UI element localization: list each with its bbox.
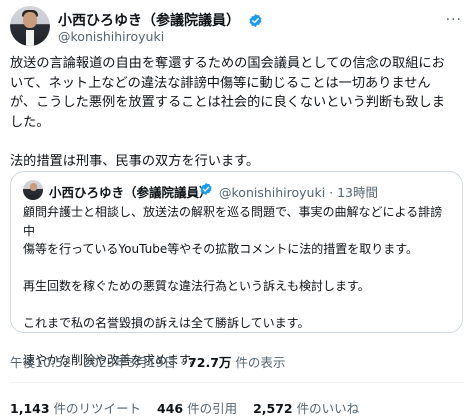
divider (10, 382, 464, 383)
likes-label: 件のいいね (292, 401, 360, 416)
tweet-text: 放送の言論報道の自由を奪還するための国会議員としての信念の取組にお いて、ネット… (10, 54, 465, 171)
verified-badge-icon (248, 13, 263, 32)
tweet-header: 小西ひろゆき（参議院議員） @konishihiroyuki ··· (10, 6, 464, 48)
avatar-face (23, 12, 37, 28)
more-options-icon[interactable]: ··· (446, 12, 462, 28)
views-count: 72.7万 (188, 355, 232, 370)
quoted-author-name: 小西ひろゆき（参議院議員） (49, 185, 212, 200)
retweets-label: 件のリツイート (49, 401, 142, 416)
tweet-line: 法的措置は刑事、民事の双方を行います。 (10, 153, 260, 169)
tweet-line: した。 (10, 114, 50, 130)
likes-count: 2,572 (253, 401, 293, 416)
quoted-line: 顧問弁護士と相談し、放送法の解釈を巡る問題で、事実の曲解などによる誹謗中 (23, 205, 443, 238)
retweets-count: 1,143 (10, 401, 50, 416)
quotes-label: 件の引用 (183, 401, 238, 416)
quoted-line: 傷等を行っているYouTube等やその拡散コメントに法的措置を取ります。 (23, 242, 418, 256)
tweet-timestamp: 午後10:52 · 2023年3月19日 · 72.7万 件の表示 (10, 352, 285, 371)
quoted-line: 再生回数を稼ぐための悪質な違法行為という訴えも検討します。 (23, 279, 370, 293)
tweet-line: が、こうした悪例を放置することは社会的に良くないという判断も致しま (10, 95, 445, 110)
quoted-line: これまで私の名誉毀損の訴えは全て勝訴しています。 (23, 316, 310, 330)
quoted-avatar-face (30, 183, 37, 191)
quotes-stat[interactable]: 446 件の引用 (157, 401, 237, 416)
quoted-tweet[interactable]: 小西ひろゆき（参議院議員） @konishihiroyuki · 13時間 顧問… (10, 171, 463, 367)
quoted-handle-time: @konishihiroyuki · 13時間 (219, 185, 379, 200)
quoted-avatar (23, 180, 43, 200)
engagement-stats: 1,143 件のリツイート 446 件の引用 2,572 件のいいね (10, 398, 371, 417)
quoted-tweet-text: 顧問弁護士と相談し、放送法の解釈を巡る問題で、事実の曲解などによる誹謗中 傷等を… (23, 203, 453, 370)
views-label: 件の表示 (231, 355, 286, 370)
retweets-stat[interactable]: 1,143 件のリツイート (10, 401, 141, 416)
tweet-time[interactable]: 午後10:52 · 2023年3月19日 · (10, 355, 188, 370)
quotes-count: 446 (157, 401, 184, 416)
quoted-verified-badge-icon (199, 182, 213, 199)
likes-stat[interactable]: 2,572 件のいいね (253, 401, 359, 416)
tweet-line: いて、ネット上などの違法な誹謗中傷等に動じることは一切ありません (10, 75, 431, 91)
tweet-detail: 小西ひろゆき（参議院議員） @konishihiroyuki ··· 放送の言論… (0, 0, 474, 420)
avatar-shirt (26, 30, 34, 46)
author-display-name[interactable]: 小西ひろゆき（参議院議員） (58, 13, 240, 29)
avatar[interactable] (10, 6, 50, 46)
tweet-line: 放送の言論報道の自由を奪還するための国会議員としての信念の取組にお (10, 56, 445, 71)
author-handle[interactable]: @konishihiroyuki (58, 29, 164, 44)
